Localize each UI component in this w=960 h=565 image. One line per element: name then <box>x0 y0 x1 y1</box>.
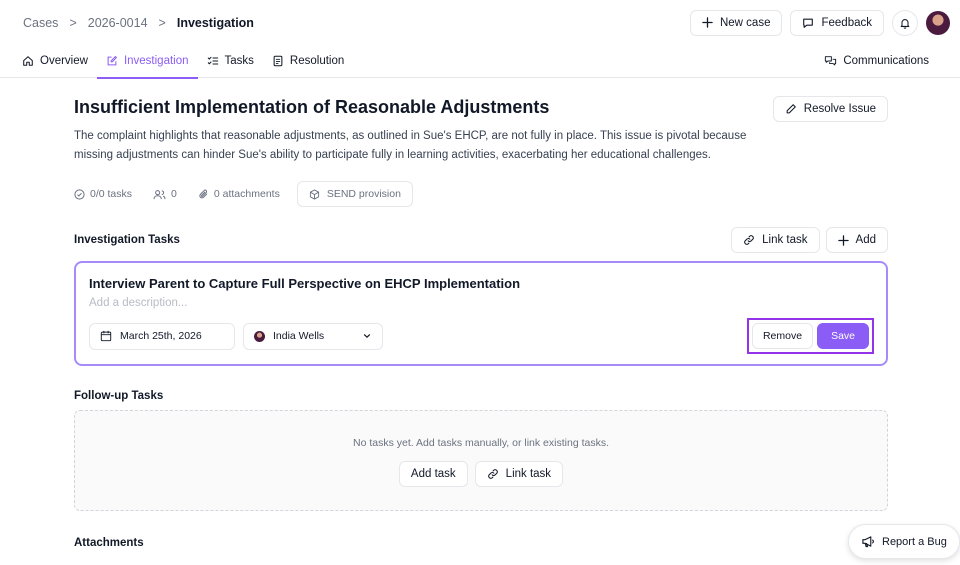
tab-label: Communications <box>843 55 929 67</box>
people-count: 0 <box>153 188 177 200</box>
box-icon <box>309 188 319 200</box>
add-task-button[interactable]: Add <box>825 227 888 253</box>
pencil-icon <box>786 104 796 114</box>
link-icon <box>487 469 498 479</box>
breadcrumb-cases[interactable]: Cases <box>23 16 58 30</box>
investigation-tasks-heading: Investigation Tasks <box>74 234 180 246</box>
link-icon <box>744 235 754 245</box>
chat-icon <box>825 56 837 66</box>
tab-label: Tasks <box>224 55 254 67</box>
tab-communications[interactable]: Communications <box>815 45 938 78</box>
task-count: 0/0 tasks <box>74 188 132 200</box>
tab-label: Investigation <box>123 55 189 67</box>
assignee-avatar <box>254 330 265 342</box>
tab-tasks[interactable]: Tasks <box>198 45 263 78</box>
due-date-picker[interactable]: March 25th, 2026 <box>89 322 235 350</box>
tab-bar: Overview Investigation Tasks Resolution … <box>0 45 960 79</box>
home-icon <box>23 56 33 66</box>
link-task-button[interactable]: Link task <box>731 227 820 253</box>
bell-icon <box>900 18 910 29</box>
chevron-down-icon <box>363 334 371 339</box>
report-bug-label: Report a Bug <box>882 535 947 548</box>
message-icon <box>803 18 814 28</box>
calendar-icon <box>100 330 112 342</box>
check-circle-icon <box>74 188 85 200</box>
new-case-button[interactable]: New case <box>689 9 783 36</box>
feedback-button[interactable]: Feedback <box>790 9 884 36</box>
resolve-issue-button[interactable]: Resolve Issue <box>772 96 888 122</box>
feedback-label: Feedback <box>821 16 872 29</box>
users-icon <box>153 189 166 199</box>
breadcrumb-current: Investigation <box>176 15 254 30</box>
checklist-icon <box>207 56 218 65</box>
task-title-input[interactable]: Interview Parent to Capture Full Perspec… <box>89 276 873 291</box>
attachment-count: 0 attachments <box>198 188 280 200</box>
tab-investigation[interactable]: Investigation <box>96 45 198 79</box>
remove-button[interactable]: Remove <box>751 323 814 349</box>
paperclip-icon <box>199 189 208 198</box>
issue-title: Insufficient Implementation of Reasonabl… <box>74 97 550 117</box>
main-content: Insufficient Implementation of Reasonabl… <box>74 78 888 549</box>
top-bar: Cases > 2026-0014 > Investigation New ca… <box>0 0 960 45</box>
assignee-name: India Wells <box>273 330 325 342</box>
new-case-label: New case <box>719 16 771 29</box>
breadcrumb-separator: > <box>69 15 77 30</box>
attachments-heading: Attachments <box>74 537 144 549</box>
resolve-issue-label: Resolve Issue <box>803 103 876 115</box>
send-provision-button[interactable]: SEND provision <box>296 181 413 207</box>
tab-overview[interactable]: Overview <box>22 45 97 78</box>
report-bug-button[interactable]: Report a Bug <box>848 524 960 559</box>
document-icon <box>273 55 283 67</box>
empty-state-text: No tasks yet. Add tasks manually, or lin… <box>353 437 609 449</box>
breadcrumb: Cases > 2026-0014 > Investigation <box>23 16 254 30</box>
megaphone-icon <box>862 536 874 548</box>
assignee-select[interactable]: India Wells <box>243 322 383 350</box>
followup-add-task-button[interactable]: Add task <box>398 461 468 487</box>
followup-tasks-heading: Follow-up Tasks <box>74 390 164 402</box>
issue-description: The complaint highlights that reasonable… <box>74 130 747 161</box>
task-description-input[interactable]: Add a description... <box>89 297 873 309</box>
tab-label: Overview <box>40 55 88 67</box>
breadcrumb-separator: > <box>158 15 166 30</box>
task-actions: Remove Save <box>746 318 874 354</box>
edit-icon <box>107 56 117 66</box>
plus-icon <box>837 234 849 246</box>
new-task-card: Interview Parent to Capture Full Perspec… <box>74 261 888 366</box>
save-button[interactable]: Save <box>817 323 869 349</box>
followup-empty-state: No tasks yet. Add tasks manually, or lin… <box>74 410 888 511</box>
due-date-value: March 25th, 2026 <box>120 330 202 342</box>
notifications-button[interactable] <box>892 9 918 36</box>
tab-resolution[interactable]: Resolution <box>263 45 353 78</box>
followup-link-task-button[interactable]: Link task <box>474 461 564 487</box>
user-avatar[interactable] <box>926 10 950 35</box>
breadcrumb-case-number[interactable]: 2026-0014 <box>88 16 148 30</box>
issue-meta: 0/0 tasks 0 0 attachments SEND provision <box>74 181 888 207</box>
tab-label: Resolution <box>289 55 345 67</box>
plus-icon <box>702 17 713 28</box>
